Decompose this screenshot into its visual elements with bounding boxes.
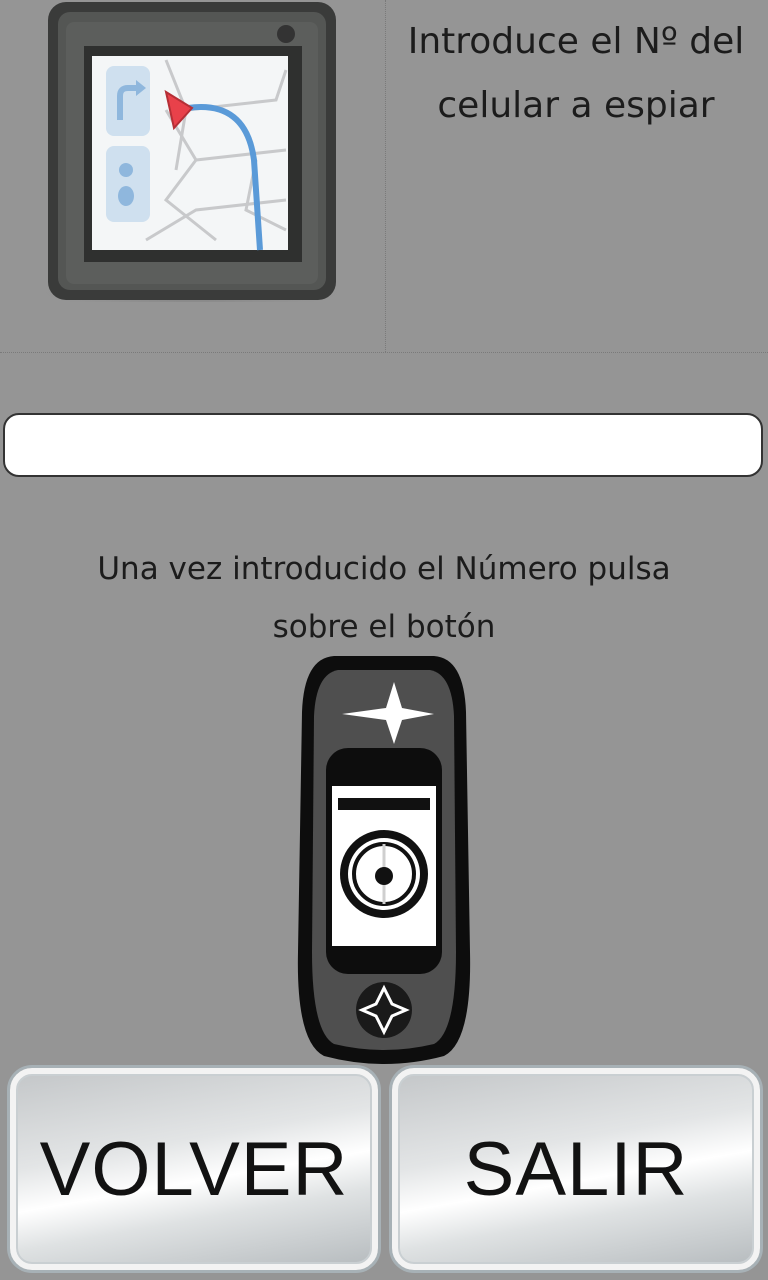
phone-number-input[interactable] [3, 413, 763, 477]
instruction-title: Introduce el Nº del celular a espiar [407, 21, 745, 126]
hint-text: Una vez introducido el Número pulsa sobr… [97, 551, 671, 645]
header-divider [385, 0, 386, 352]
header-section: Introduce el Nº del celular a espiar [0, 0, 768, 353]
handheld-gps-icon[interactable] [294, 652, 474, 1066]
gps-navigation-device-icon [46, 2, 338, 302]
back-button[interactable]: VOLVER [10, 1068, 378, 1270]
exit-button[interactable]: SALIR [392, 1068, 760, 1270]
